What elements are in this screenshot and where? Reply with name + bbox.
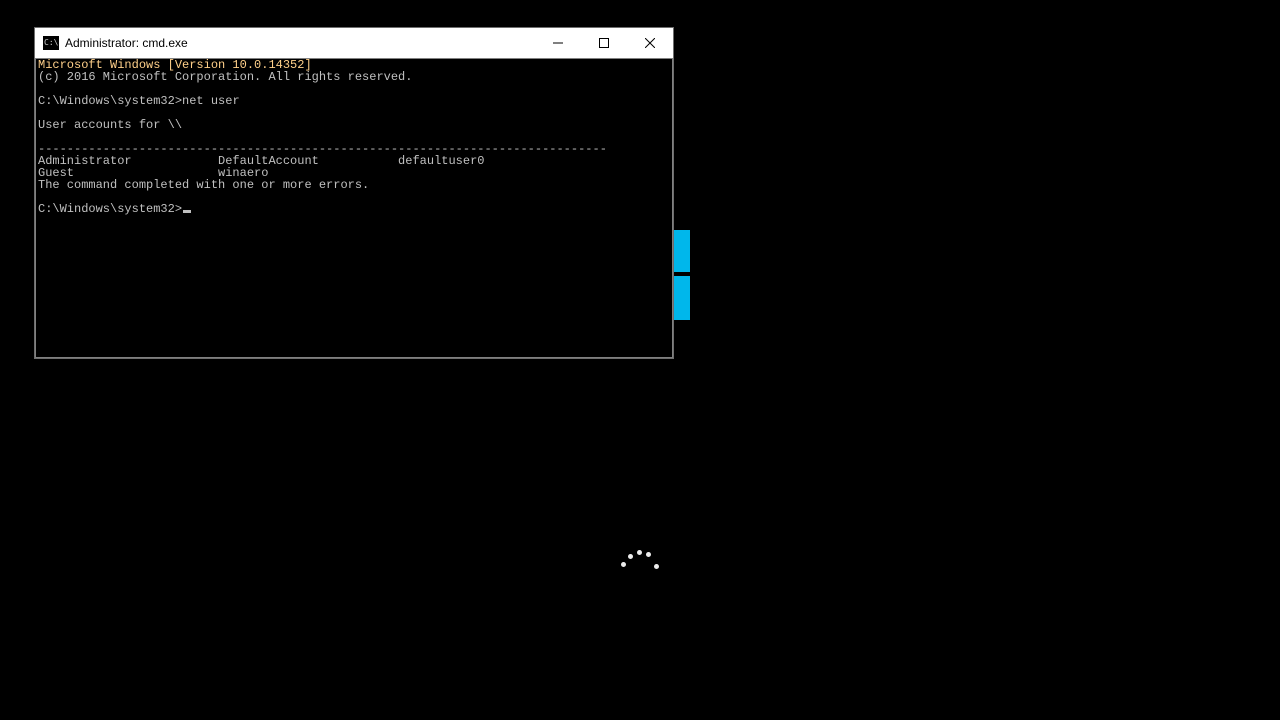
desktop: Administrator: cmd.exe http://winaero.co…	[0, 0, 1280, 720]
close-button[interactable]	[627, 28, 673, 58]
cmd-window: Administrator: cmd.exe http://winaero.co…	[34, 27, 674, 359]
terminal-output: Microsoft Windows [Version 10.0.14352] (…	[38, 59, 670, 215]
titlebar[interactable]: Administrator: cmd.exe	[35, 28, 673, 59]
cmd-icon	[43, 36, 59, 50]
terminal-area[interactable]: Microsoft Windows [Version 10.0.14352] (…	[35, 58, 673, 358]
minimize-button[interactable]	[535, 28, 581, 58]
maximize-button[interactable]	[581, 28, 627, 58]
window-title: Administrator: cmd.exe	[65, 36, 535, 50]
cursor	[183, 210, 191, 213]
loading-spinner	[620, 548, 660, 576]
